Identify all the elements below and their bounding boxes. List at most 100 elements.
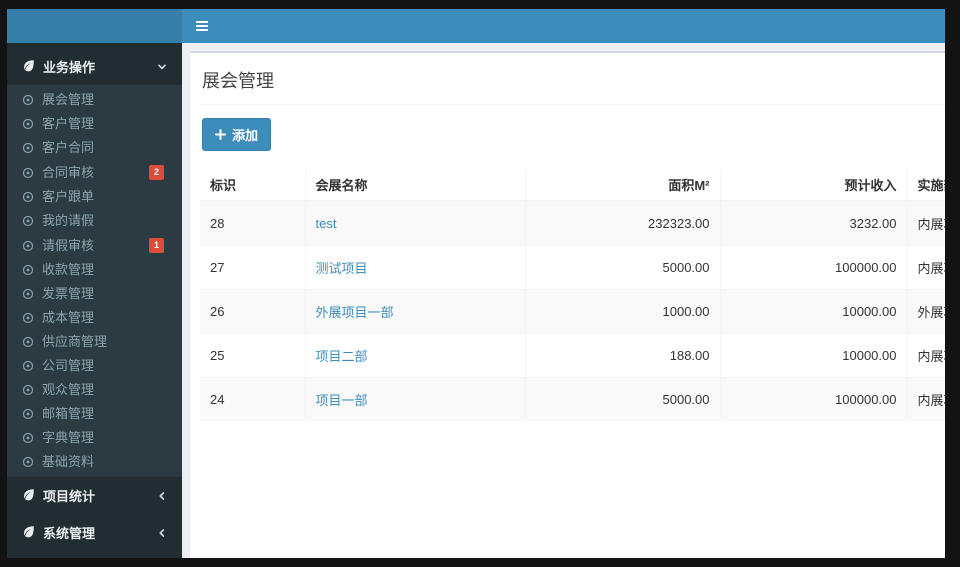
cell-id: 26 [200, 289, 305, 334]
sidebar: 业务操作 展会管理 客户管理 客户合同 合同审核 2 客户跟单 我的请假 请假审… [7, 43, 182, 558]
cell-dept: 内展项目 [906, 245, 945, 290]
exhibition-link[interactable]: 项目二部 [316, 349, 368, 364]
cell-area: 5000.00 [524, 377, 720, 421]
sidebar-menu-item-label: 客户跟单 [42, 189, 95, 204]
sidebar-menu-link[interactable]: 基础资料 [7, 450, 182, 474]
cell-name: 外展项目一部 [304, 289, 525, 334]
cell-name: test [304, 200, 525, 246]
table-row: 25 项目二部 188.0010000.00内展项目 [200, 333, 945, 378]
sidebar-menu-item-label: 请假审核 [42, 237, 95, 253]
sidebar-submenu: 展会管理 客户管理 客户合同 合同审核 2 客户跟单 我的请假 请假审核 1 收… [7, 85, 182, 477]
cell-income: 3232.00 [719, 200, 907, 246]
sidebar-menu-item: 我的请假 [7, 209, 182, 233]
sidebar-menu-item: 请假审核 1 [7, 233, 182, 258]
sidebar-menu-item: 客户跟单 [7, 185, 182, 209]
hamburger-icon[interactable] [195, 20, 209, 32]
cell-id: 27 [200, 245, 305, 290]
sidebar-menu-link[interactable]: 成本管理 [7, 306, 182, 330]
sidebar-section-business-ops[interactable]: 业务操作 [7, 48, 182, 85]
sidebar-menu-item: 成本管理 [7, 306, 182, 330]
cell-id: 24 [200, 377, 305, 421]
column-header: 面积M² [524, 169, 720, 202]
chevron-left-icon [157, 491, 167, 501]
menu-badge: 1 [148, 238, 164, 253]
sidebar-menu-link[interactable]: 我的请假 [7, 209, 182, 233]
sidebar-menu-item: 基础资料 [7, 450, 182, 474]
content-box: 展会管理 添加 标识会展名称面积M²预计收入实施部门 28 test 232323.… [190, 51, 945, 558]
sidebar-menu-link[interactable]: 公司管理 [7, 354, 182, 378]
sidebar-menu-link[interactable]: 客户跟单 [7, 185, 182, 209]
exhibition-link[interactable]: 项目一部 [316, 393, 368, 408]
circle-dot-icon [22, 336, 34, 348]
circle-dot-icon [22, 264, 34, 276]
main-layout: 业务操作 展会管理 客户管理 客户合同 合同审核 2 客户跟单 我的请假 请假审… [7, 43, 945, 558]
sidebar-menu-item-label: 展会管理 [42, 92, 95, 107]
circle-dot-icon [22, 384, 34, 396]
sidebar-menu-item-label: 合同审核 [42, 164, 95, 180]
sidebar-menu-link[interactable]: 合同审核 2 [7, 160, 182, 185]
chevron-down-icon [157, 62, 167, 72]
sidebar-section-collapsed[interactable]: 系统管理 [7, 514, 182, 551]
sidebar-section-collapsed[interactable]: 项目统计 [7, 477, 182, 514]
logo-area[interactable] [7, 9, 182, 43]
sidebar-menu-item: 合同审核 2 [7, 160, 182, 185]
navbar [182, 9, 945, 43]
sidebar-menu-item: 客户管理 [7, 112, 182, 136]
column-header: 标识 [200, 169, 305, 202]
add-button-label: 添加 [232, 128, 259, 143]
sidebar-menu-link[interactable]: 邮箱管理 [7, 402, 182, 426]
sidebar-menu-item: 供应商管理 [7, 330, 182, 354]
cell-id: 28 [200, 200, 305, 246]
sidebar-menu-item-label: 客户管理 [42, 116, 95, 131]
circle-dot-icon [22, 360, 34, 372]
sidebar-menu-item-label: 客户合同 [42, 140, 95, 155]
table-row: 28 test 232323.003232.00内展项目 [200, 200, 945, 246]
circle-dot-icon [22, 191, 34, 203]
sidebar-menu-item-label: 收款管理 [42, 262, 95, 277]
cell-dept: 内展项目 [906, 377, 945, 421]
cell-income: 100000.00 [719, 377, 907, 421]
sidebar-menu-link[interactable]: 请假审核 1 [7, 233, 182, 258]
circle-dot-icon [22, 240, 34, 252]
cell-income: 10000.00 [719, 289, 907, 334]
leaf-icon [22, 59, 35, 75]
circle-dot-icon [22, 215, 34, 227]
sidebar-section-label: 业务操作 [43, 60, 96, 75]
sidebar-menu-link[interactable]: 字典管理 [7, 426, 182, 450]
cell-dept: 内展项目 [906, 333, 945, 378]
cell-income: 10000.00 [719, 333, 907, 378]
sidebar-menu-item: 收款管理 [7, 258, 182, 282]
column-header: 实施部门 [906, 169, 945, 202]
sidebar-menu-link[interactable]: 客户管理 [7, 112, 182, 136]
circle-dot-icon [22, 456, 34, 468]
cell-name: 测试项目 [304, 245, 525, 290]
exhibition-link[interactable]: 测试项目 [316, 261, 368, 276]
exhibition-table: 标识会展名称面积M²预计收入实施部门 28 test 232323.003232.0… [200, 169, 945, 421]
sidebar-collapsed-sections: 项目统计 系统管理 [7, 477, 182, 551]
plus-icon [215, 129, 226, 140]
cell-name: 项目二部 [304, 333, 525, 378]
sidebar-menu-link[interactable]: 观众管理 [7, 378, 182, 402]
sidebar-section-label: 项目统计 [43, 489, 96, 504]
circle-dot-icon [22, 288, 34, 300]
sidebar-menu-link[interactable]: 展会管理 [7, 88, 182, 112]
column-header: 预计收入 [719, 169, 907, 202]
top-navbar [7, 9, 945, 43]
exhibition-link[interactable]: 外展项目一部 [316, 305, 394, 320]
sidebar-menu-link[interactable]: 发票管理 [7, 282, 182, 306]
table-row: 26 外展项目一部 1000.0010000.00外展项目 [200, 289, 945, 334]
exhibition-link[interactable]: test [316, 216, 337, 231]
sidebar-menu-link[interactable]: 供应商管理 [7, 330, 182, 354]
add-button[interactable]: 添加 [202, 118, 272, 151]
app-window: 业务操作 展会管理 客户管理 客户合同 合同审核 2 客户跟单 我的请假 请假审… [7, 9, 945, 558]
sidebar-menu-item-label: 邮箱管理 [42, 406, 95, 421]
chevron-left-icon [157, 528, 167, 538]
sidebar-menu-link[interactable]: 收款管理 [7, 258, 182, 282]
sidebar-menu-item: 展会管理 [7, 88, 182, 112]
sidebar-menu-item-label: 公司管理 [42, 358, 95, 373]
cell-area: 232323.00 [524, 200, 720, 246]
circle-dot-icon [22, 94, 34, 106]
cell-dept: 内展项目 [906, 200, 945, 246]
sidebar-menu-link[interactable]: 客户合同 [7, 136, 182, 160]
sidebar-menu-item-label: 供应商管理 [42, 334, 108, 349]
